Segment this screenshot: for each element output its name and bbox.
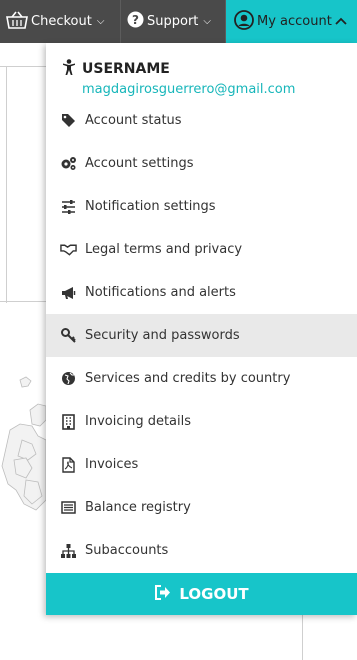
divider (302, 615, 303, 660)
menu-item-label: Invoicing details (85, 414, 192, 429)
chevron-down-icon: ⌵ (203, 16, 211, 27)
menu-item-security-passwords[interactable]: Security and passwords (46, 314, 357, 357)
world-map-fragment (1, 376, 46, 511)
menu-item-label: Notification settings (85, 199, 216, 214)
list-icon (60, 501, 77, 514)
logout-label: LOGOUT (179, 585, 249, 603)
top-nav-bar: Checkout ⌵ ? Support ⌵ My account (0, 0, 357, 43)
menu-item-label: Subaccounts (85, 543, 169, 558)
menu-item-label: Account settings (85, 156, 194, 171)
menu-item-subaccounts[interactable]: Subaccounts (46, 529, 357, 572)
menu-item-notification-settings[interactable]: Notification settings (46, 185, 357, 228)
chevron-up-icon (335, 14, 347, 29)
menu-item-label: Security and passwords (85, 328, 240, 343)
globe-icon (60, 371, 77, 386)
menu-item-label: Notifications and alerts (85, 285, 236, 300)
checkout-menu[interactable]: Checkout ⌵ (0, 0, 121, 43)
menu-item-legal-terms[interactable]: Legal terms and privacy (46, 228, 357, 271)
my-account-label: My account (257, 14, 332, 29)
username: USERNAME (82, 61, 170, 77)
person-icon (62, 59, 76, 79)
menu-item-notifications-alerts[interactable]: Notifications and alerts (46, 271, 357, 314)
menu-item-label: Balance registry (85, 500, 191, 515)
support-label: Support (147, 14, 199, 29)
logout-button[interactable]: LOGOUT (46, 573, 357, 615)
sitemap-icon (60, 543, 77, 558)
my-account-menu[interactable]: My account (226, 0, 357, 43)
user-email: magdagirosguerrero@gmail.com (82, 82, 296, 97)
menu-item-balance-registry[interactable]: Balance registry (46, 486, 357, 529)
basket-icon (6, 11, 28, 33)
chevron-down-icon: ⌵ (96, 16, 105, 27)
question-icon: ? (127, 11, 144, 32)
menu-item-label: Services and credits by country (85, 371, 291, 386)
support-menu[interactable]: ? Support ⌵ (121, 0, 226, 43)
account-dropdown: USERNAME magdagirosguerrero@gmail.com Ac… (46, 43, 357, 615)
user-info: USERNAME magdagirosguerrero@gmail.com (46, 43, 357, 99)
checkout-label: Checkout (31, 14, 92, 29)
handshake-icon (60, 243, 77, 256)
menu-item-account-status[interactable]: Account status (46, 99, 357, 142)
sliders-icon (60, 199, 77, 214)
menu-item-invoicing-details[interactable]: Invoicing details (46, 400, 357, 443)
menu-item-label: Account status (85, 113, 182, 128)
account-menu-list: Account status Account settings Notifica… (46, 99, 357, 572)
pdf-file-icon (60, 456, 77, 473)
building-icon (60, 413, 77, 430)
megaphone-icon (60, 286, 77, 300)
menu-item-services-credits[interactable]: Services and credits by country (46, 357, 357, 400)
menu-item-account-settings[interactable]: Account settings (46, 142, 357, 185)
tag-icon (60, 113, 77, 128)
background-panel (0, 66, 46, 303)
key-icon (60, 328, 77, 343)
svg-text:?: ? (132, 13, 139, 27)
gears-icon (60, 156, 77, 171)
user-circle-icon (234, 9, 254, 34)
menu-item-invoices[interactable]: Invoices (46, 443, 357, 486)
menu-item-label: Invoices (85, 457, 139, 472)
menu-item-label: Legal terms and privacy (85, 242, 243, 257)
sign-out-icon (154, 584, 171, 604)
